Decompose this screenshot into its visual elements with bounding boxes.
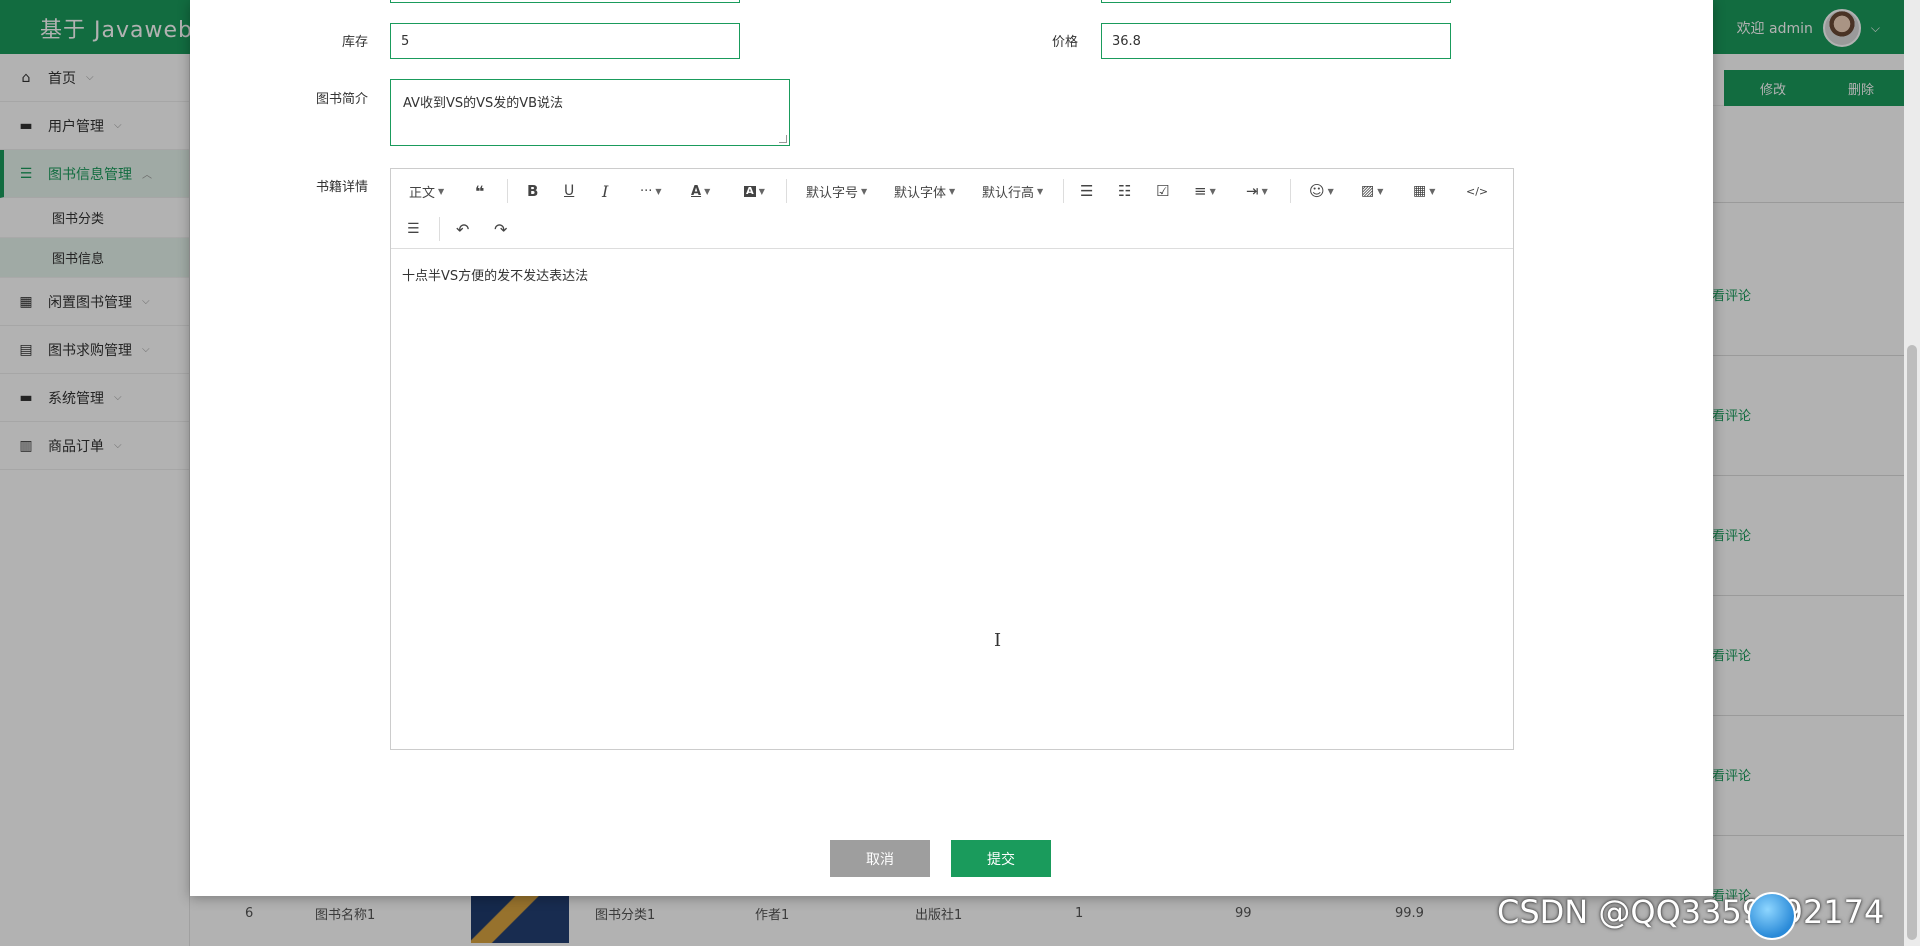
- more-style-icon[interactable]: ··· ▼: [640, 179, 662, 203]
- toolbar-divider: [1290, 179, 1291, 203]
- stock-label: 库存: [341, 35, 368, 50]
- code-icon[interactable]: </>: [1466, 179, 1488, 203]
- detail-label: 书籍详情: [315, 180, 368, 195]
- caret-down-icon: ▼: [1037, 186, 1044, 196]
- input-field-partial[interactable]: [1101, 0, 1451, 3]
- editor-content[interactable]: 十点半VS方便的发不发达表达法: [391, 249, 1513, 300]
- todo-checkbox-icon[interactable]: ☑: [1156, 179, 1169, 203]
- font-family-dropdown[interactable]: 默认字体 ▼: [894, 179, 955, 203]
- editor-toolbar: 正文 ▼ ❝ B U I ··· ▼ A ▼ A ▼ 默认字号 ▼ 默认字体 ▼ 默认行高 ▼…: [391, 169, 1513, 249]
- caret-down-icon: ▼: [861, 186, 868, 196]
- redo-icon[interactable]: ↷: [494, 217, 507, 241]
- page-scrollbar[interactable]: [1904, 0, 1920, 946]
- font-family-label: 默认字体: [894, 185, 947, 201]
- font-color-icon[interactable]: A ▼: [691, 179, 710, 203]
- cancel-button[interactable]: 取消: [830, 840, 930, 877]
- watermark: CSDN @QQ3359892174: [1497, 893, 1885, 931]
- price-label: 价格: [1051, 35, 1078, 50]
- floating-assistant-icon[interactable]: [1748, 892, 1796, 940]
- scrollbar-thumb[interactable]: [1907, 345, 1917, 940]
- text-cursor-icon: I: [994, 630, 1002, 651]
- table-icon[interactable]: ▦ ▼: [1413, 179, 1435, 203]
- line-height-label: 默认行高: [982, 185, 1035, 201]
- paragraph-format-label: 正文: [409, 185, 436, 201]
- numbered-list-icon[interactable]: ☷: [1118, 179, 1131, 203]
- caret-down-icon: ▼: [655, 186, 662, 196]
- divider-line-icon[interactable]: ☰: [407, 217, 420, 241]
- background-color-icon[interactable]: A ▼: [744, 179, 765, 203]
- italic-icon[interactable]: I: [602, 179, 608, 203]
- bold-icon[interactable]: B: [527, 179, 538, 203]
- emoji-icon[interactable]: ☺ ▼: [1309, 179, 1334, 203]
- toolbar-divider: [439, 217, 440, 241]
- caret-down-icon: ▼: [758, 186, 765, 196]
- toolbar-divider: [1063, 179, 1064, 203]
- font-size-label: 默认字号: [806, 185, 859, 201]
- paragraph-format-dropdown[interactable]: 正文 ▼: [409, 179, 444, 203]
- intro-label: 图书简介: [315, 92, 368, 107]
- rich-text-editor: 正文 ▼ ❝ B U I ··· ▼ A ▼ A ▼ 默认字号 ▼ 默认字体 ▼ 默认行高 ▼…: [390, 168, 1514, 750]
- font-size-dropdown[interactable]: 默认字号 ▼: [806, 179, 867, 203]
- caret-down-icon: ▼: [438, 186, 445, 196]
- stock-input[interactable]: 5: [390, 23, 740, 59]
- image-icon[interactable]: ▨ ▼: [1361, 179, 1383, 203]
- toolbar-divider: [507, 179, 508, 203]
- input-field-partial[interactable]: [390, 0, 740, 3]
- edit-book-modal: 库存 5 价格 36.8 图书简介 AV收到VS的VS发的VB说法 书籍详情 正…: [190, 0, 1713, 896]
- caret-down-icon: ▼: [1429, 186, 1436, 196]
- caret-down-icon: ▼: [1327, 186, 1334, 196]
- indent-icon[interactable]: ⇥ ▼: [1246, 179, 1268, 203]
- align-icon[interactable]: ≡ ▼: [1194, 179, 1216, 203]
- bullet-list-icon[interactable]: ☰: [1080, 179, 1093, 203]
- caret-down-icon: ▼: [1209, 186, 1216, 196]
- editor-paragraph: 十点半VS方便的发不发达表达法: [402, 269, 589, 284]
- price-input[interactable]: 36.8: [1101, 23, 1451, 59]
- line-height-dropdown[interactable]: 默认行高 ▼: [982, 179, 1043, 203]
- intro-textarea[interactable]: AV收到VS的VS发的VB说法: [390, 79, 790, 146]
- caret-down-icon: ▼: [704, 186, 711, 196]
- quote-icon[interactable]: ❝: [475, 179, 484, 203]
- caret-down-icon: ▼: [1261, 186, 1268, 196]
- undo-icon[interactable]: ↶: [456, 217, 469, 241]
- resize-handle-icon[interactable]: [779, 135, 787, 143]
- caret-down-icon: ▼: [1377, 186, 1384, 196]
- submit-button[interactable]: 提交: [951, 840, 1051, 877]
- intro-text: AV收到VS的VS发的VB说法: [403, 96, 564, 111]
- underline-icon[interactable]: U: [564, 179, 574, 203]
- toolbar-divider: [786, 179, 787, 203]
- caret-down-icon: ▼: [949, 186, 956, 196]
